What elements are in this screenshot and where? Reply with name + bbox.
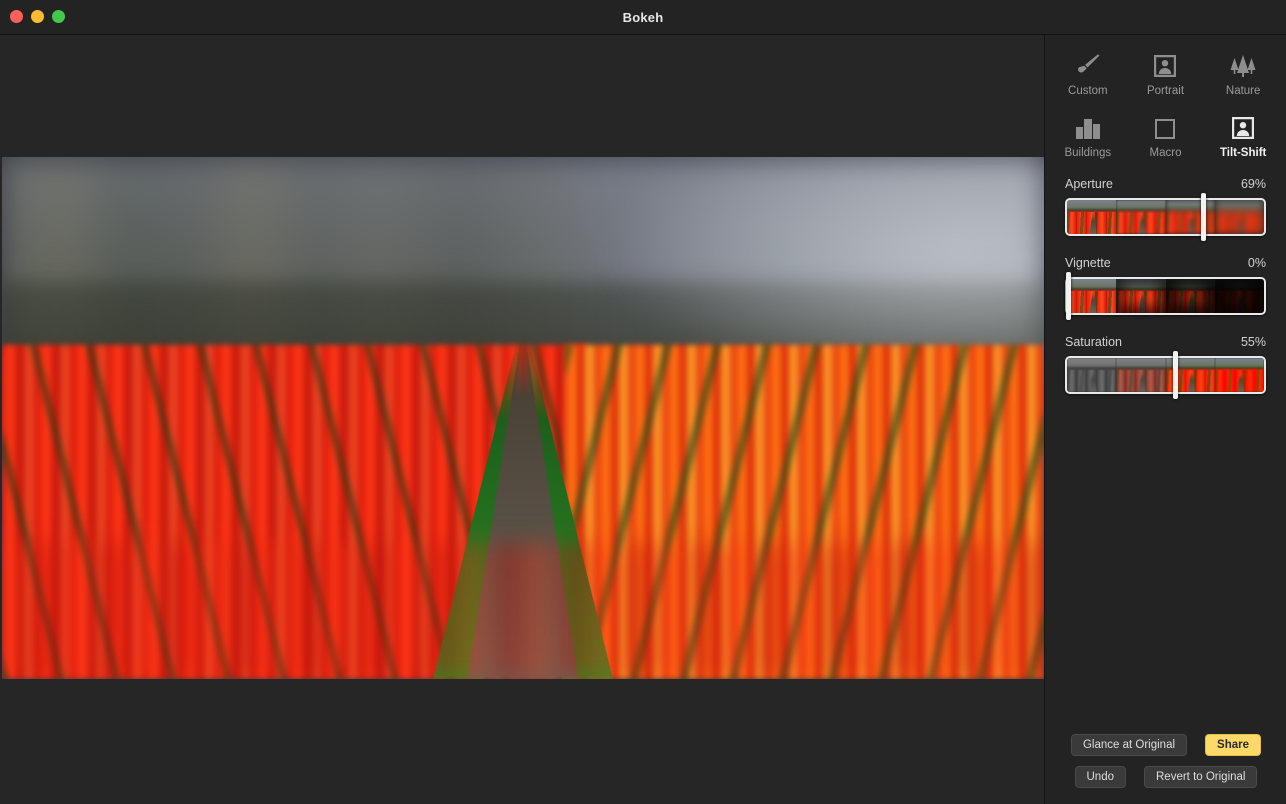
window-title: Bokeh <box>622 9 664 25</box>
preview-cell <box>1116 200 1166 234</box>
aperture-slider-thumb[interactable] <box>1200 193 1206 241</box>
title-bar: Bokeh <box>0 0 1286 35</box>
preview-strip <box>1067 279 1264 313</box>
portrait-frame-icon <box>1152 49 1178 79</box>
saturation-slider-track[interactable] <box>1065 351 1266 399</box>
paintbrush-icon <box>1074 49 1102 79</box>
preview-strip <box>1067 200 1264 234</box>
preview-cell <box>1116 279 1166 313</box>
slider-aperture: Aperture 69% <box>1065 177 1266 241</box>
preview-cell <box>1116 358 1166 392</box>
slider-label: Aperture <box>1065 177 1113 191</box>
preset-label: Nature <box>1225 85 1261 97</box>
preset-label: Portrait <box>1146 85 1185 97</box>
glance-at-original-button[interactable]: Glance at Original <box>1070 734 1188 756</box>
maximize-window-button[interactable] <box>52 10 65 23</box>
slider-header: Aperture 69% <box>1065 177 1266 191</box>
preset-nature[interactable]: Nature <box>1204 43 1282 101</box>
preview-cell <box>1067 279 1117 313</box>
share-button[interactable]: Share <box>1205 734 1261 756</box>
trees-icon <box>1228 49 1258 79</box>
slider-saturation: Saturation 55% <box>1065 335 1266 399</box>
preset-portrait[interactable]: Portrait <box>1127 43 1205 101</box>
photo-tulip-bed-right <box>564 344 1044 679</box>
action-row-secondary: Undo Revert to Original <box>1045 766 1286 788</box>
slider-value: 0% <box>1247 256 1266 270</box>
slider-vignette: Vignette 0% <box>1065 256 1266 320</box>
preset-label: Macro <box>1149 147 1182 159</box>
effects-panel: Custom Portrait Nature Buildings Macro T… <box>1044 35 1286 804</box>
preset-label: Tilt-Shift <box>1219 147 1267 159</box>
preset-label: Custom <box>1068 85 1108 97</box>
preview-cell <box>1214 200 1264 234</box>
action-row-primary: Glance at Original Share <box>1045 734 1286 756</box>
preview-cell <box>1067 358 1117 392</box>
square-icon <box>1153 111 1177 141</box>
preview-cell <box>1214 279 1264 313</box>
preview-cell <box>1165 279 1215 313</box>
close-window-button[interactable] <box>10 10 23 23</box>
slider-value: 55% <box>1240 335 1266 349</box>
preset-buildings[interactable]: Buildings <box>1049 105 1127 163</box>
buildings-icon <box>1073 111 1103 141</box>
image-canvas[interactable] <box>0 35 1044 804</box>
preset-label: Buildings <box>1064 147 1112 159</box>
preview-cell <box>1214 358 1264 392</box>
preset-grid: Custom Portrait Nature Buildings Macro T… <box>1045 35 1286 163</box>
app-window: Bokeh Custom Portrait Nature Buildings M… <box>0 0 1286 804</box>
photo-preview[interactable] <box>2 157 1044 679</box>
preview-cell <box>1165 200 1215 234</box>
preset-custom[interactable]: Custom <box>1049 43 1127 101</box>
slider-header: Saturation 55% <box>1065 335 1266 349</box>
slider-value: 69% <box>1240 177 1266 191</box>
slider-label: Vignette <box>1065 256 1111 270</box>
preview-cell <box>1067 200 1117 234</box>
minimize-window-button[interactable] <box>31 10 44 23</box>
preset-macro[interactable]: Macro <box>1127 105 1205 163</box>
slider-list: Aperture 69% Vignette 0% Saturation 55% <box>1045 163 1286 399</box>
vignette-slider-thumb[interactable] <box>1066 272 1071 320</box>
undo-button[interactable]: Undo <box>1074 766 1126 788</box>
vignette-slider-track[interactable] <box>1065 272 1266 320</box>
slider-header: Vignette 0% <box>1065 256 1266 270</box>
preview-strip <box>1067 358 1264 392</box>
saturation-slider-thumb[interactable] <box>1173 351 1179 399</box>
aperture-slider-track[interactable] <box>1065 193 1266 241</box>
revert-to-original-button[interactable]: Revert to Original <box>1144 766 1258 788</box>
portrait-frame-icon <box>1230 111 1256 141</box>
preset-tilt-shift[interactable]: Tilt-Shift <box>1204 105 1282 163</box>
traffic-lights <box>10 10 65 23</box>
slider-label: Saturation <box>1065 335 1122 349</box>
